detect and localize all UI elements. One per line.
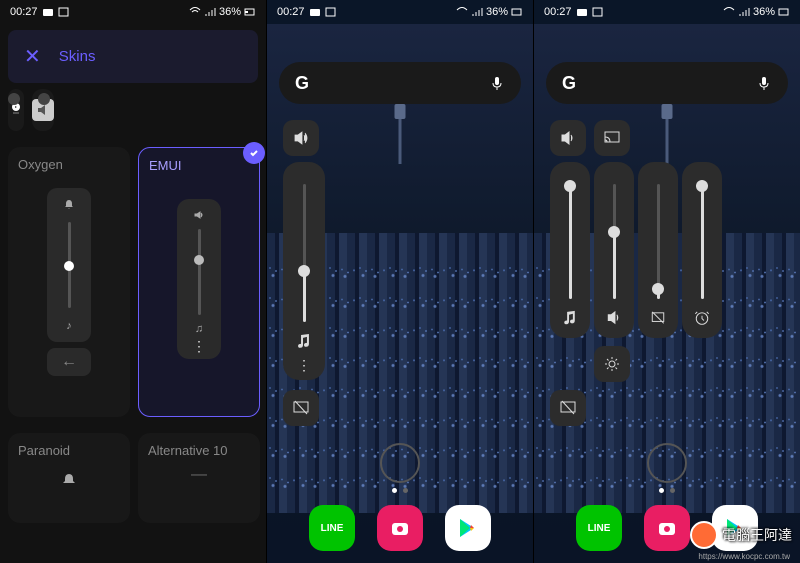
close-icon[interactable]: ✕ xyxy=(24,44,41,69)
watermark-url: https://www.kocpc.com.tw xyxy=(698,552,790,561)
speaker-icon xyxy=(292,129,310,147)
music-note-icon: ♫ xyxy=(195,323,203,335)
status-time: 00:27 xyxy=(277,6,305,18)
volume-icon xyxy=(605,309,623,326)
media-volume-panel xyxy=(550,162,590,338)
google-logo: G xyxy=(295,73,309,94)
volume-slider[interactable] xyxy=(198,229,201,315)
app-header: ✕ Skins xyxy=(8,30,258,83)
skin-card-emui[interactable]: EMUI ♫ ⋮ xyxy=(138,147,260,417)
status-time: 00:27 xyxy=(544,6,572,18)
battery-icon xyxy=(511,6,523,18)
more-icon[interactable]: ⋮ xyxy=(297,362,311,368)
watermark-text: 電腦王阿達 xyxy=(722,525,792,545)
skin-label: Alternative 10 xyxy=(148,443,250,458)
youtube-icon xyxy=(576,6,588,18)
skin-card-oxygen[interactable]: Oxygen ♪ ← xyxy=(8,147,130,417)
bell-solid-icon xyxy=(61,472,77,488)
cast-mute-button[interactable] xyxy=(550,390,586,426)
skin-label: EMUI xyxy=(149,158,249,173)
camera-app-icon[interactable] xyxy=(644,505,690,551)
notification-volume-panel xyxy=(638,162,678,338)
volume-output-button[interactable] xyxy=(550,120,586,156)
camera-shortcut[interactable] xyxy=(380,443,420,483)
media-volume-slider[interactable] xyxy=(569,184,572,299)
status-time: 00:27 xyxy=(10,6,38,18)
volume-output-button[interactable] xyxy=(283,120,319,156)
volume-slider[interactable] xyxy=(68,222,71,308)
music-note-icon: ♪ xyxy=(66,320,72,332)
watermark: 電腦王阿達 xyxy=(690,521,792,549)
more-icon: ⋮ xyxy=(192,343,206,349)
media-volume-slider[interactable] xyxy=(303,184,306,322)
alarm-volume-panel xyxy=(682,162,722,338)
volume-icon xyxy=(193,209,205,221)
wifi-icon xyxy=(723,6,735,18)
mic-icon[interactable] xyxy=(756,75,772,91)
camera-shortcut[interactable] xyxy=(647,443,687,483)
battery-icon xyxy=(778,6,790,18)
app-dock: LINE xyxy=(267,505,533,551)
alarm-icon xyxy=(693,309,711,326)
signal-icon xyxy=(738,6,750,18)
speaker-icon xyxy=(559,129,577,147)
watermark-logo xyxy=(690,521,718,549)
ring-volume-slider[interactable] xyxy=(613,184,616,299)
google-search-bar[interactable]: G xyxy=(546,62,788,104)
selected-check-icon xyxy=(243,142,265,164)
header-title: Skins xyxy=(59,48,96,65)
wifi-icon xyxy=(456,6,468,18)
image-icon xyxy=(58,6,70,18)
skin-label: Paranoid xyxy=(18,443,120,458)
cast-icon xyxy=(603,129,621,147)
camera-app-icon[interactable] xyxy=(377,505,423,551)
signal-icon xyxy=(471,6,483,18)
back-button[interactable]: ← xyxy=(47,348,91,376)
youtube-icon xyxy=(42,6,54,18)
wallpaper-tower xyxy=(666,104,669,164)
battery-percent: 36% xyxy=(219,6,241,18)
image-icon xyxy=(325,6,337,18)
screen-mute-icon xyxy=(292,399,310,417)
skin-label: Oxygen xyxy=(18,157,120,172)
status-bar: 00:27 36% xyxy=(267,0,533,24)
home-pager xyxy=(534,488,800,493)
google-logo: G xyxy=(562,73,576,94)
bell-icon xyxy=(63,198,75,210)
playstore-app-icon[interactable] xyxy=(445,505,491,551)
signal-icon xyxy=(204,6,216,18)
skin-preview-small-1[interactable] xyxy=(8,89,24,131)
line-app-icon[interactable]: LINE xyxy=(309,505,355,551)
notification-volume-slider[interactable] xyxy=(657,184,660,299)
image-icon xyxy=(592,6,604,18)
volume-panel: ⋮ xyxy=(283,162,325,380)
status-bar: 00:27 36% xyxy=(534,0,800,24)
status-bar: 00:27 36% xyxy=(0,0,266,24)
cast-mute-button[interactable] xyxy=(283,390,319,426)
skin-card-alternative10[interactable]: Alternative 10 — xyxy=(138,433,260,523)
gear-icon xyxy=(603,355,621,373)
ring-volume-panel xyxy=(594,162,634,338)
settings-button[interactable] xyxy=(594,346,630,382)
skin-card-paranoid[interactable]: Paranoid xyxy=(8,433,130,523)
screen-mute-icon xyxy=(559,399,577,417)
battery-percent: 36% xyxy=(486,6,508,18)
mic-icon[interactable] xyxy=(489,75,505,91)
cast-button[interactable] xyxy=(594,120,630,156)
alarm-volume-slider[interactable] xyxy=(701,184,704,299)
home-pager xyxy=(267,488,533,493)
google-search-bar[interactable]: G xyxy=(279,62,521,104)
notification-mute-icon xyxy=(649,309,667,326)
music-note-icon xyxy=(561,309,579,326)
wifi-icon xyxy=(189,6,201,18)
line-app-icon[interactable]: LINE xyxy=(576,505,622,551)
music-note-icon xyxy=(295,332,313,350)
battery-icon xyxy=(244,6,256,18)
wallpaper-tower xyxy=(399,104,402,164)
youtube-icon xyxy=(309,6,321,18)
skin-preview-small-2[interactable] xyxy=(32,89,54,131)
battery-percent: 36% xyxy=(753,6,775,18)
